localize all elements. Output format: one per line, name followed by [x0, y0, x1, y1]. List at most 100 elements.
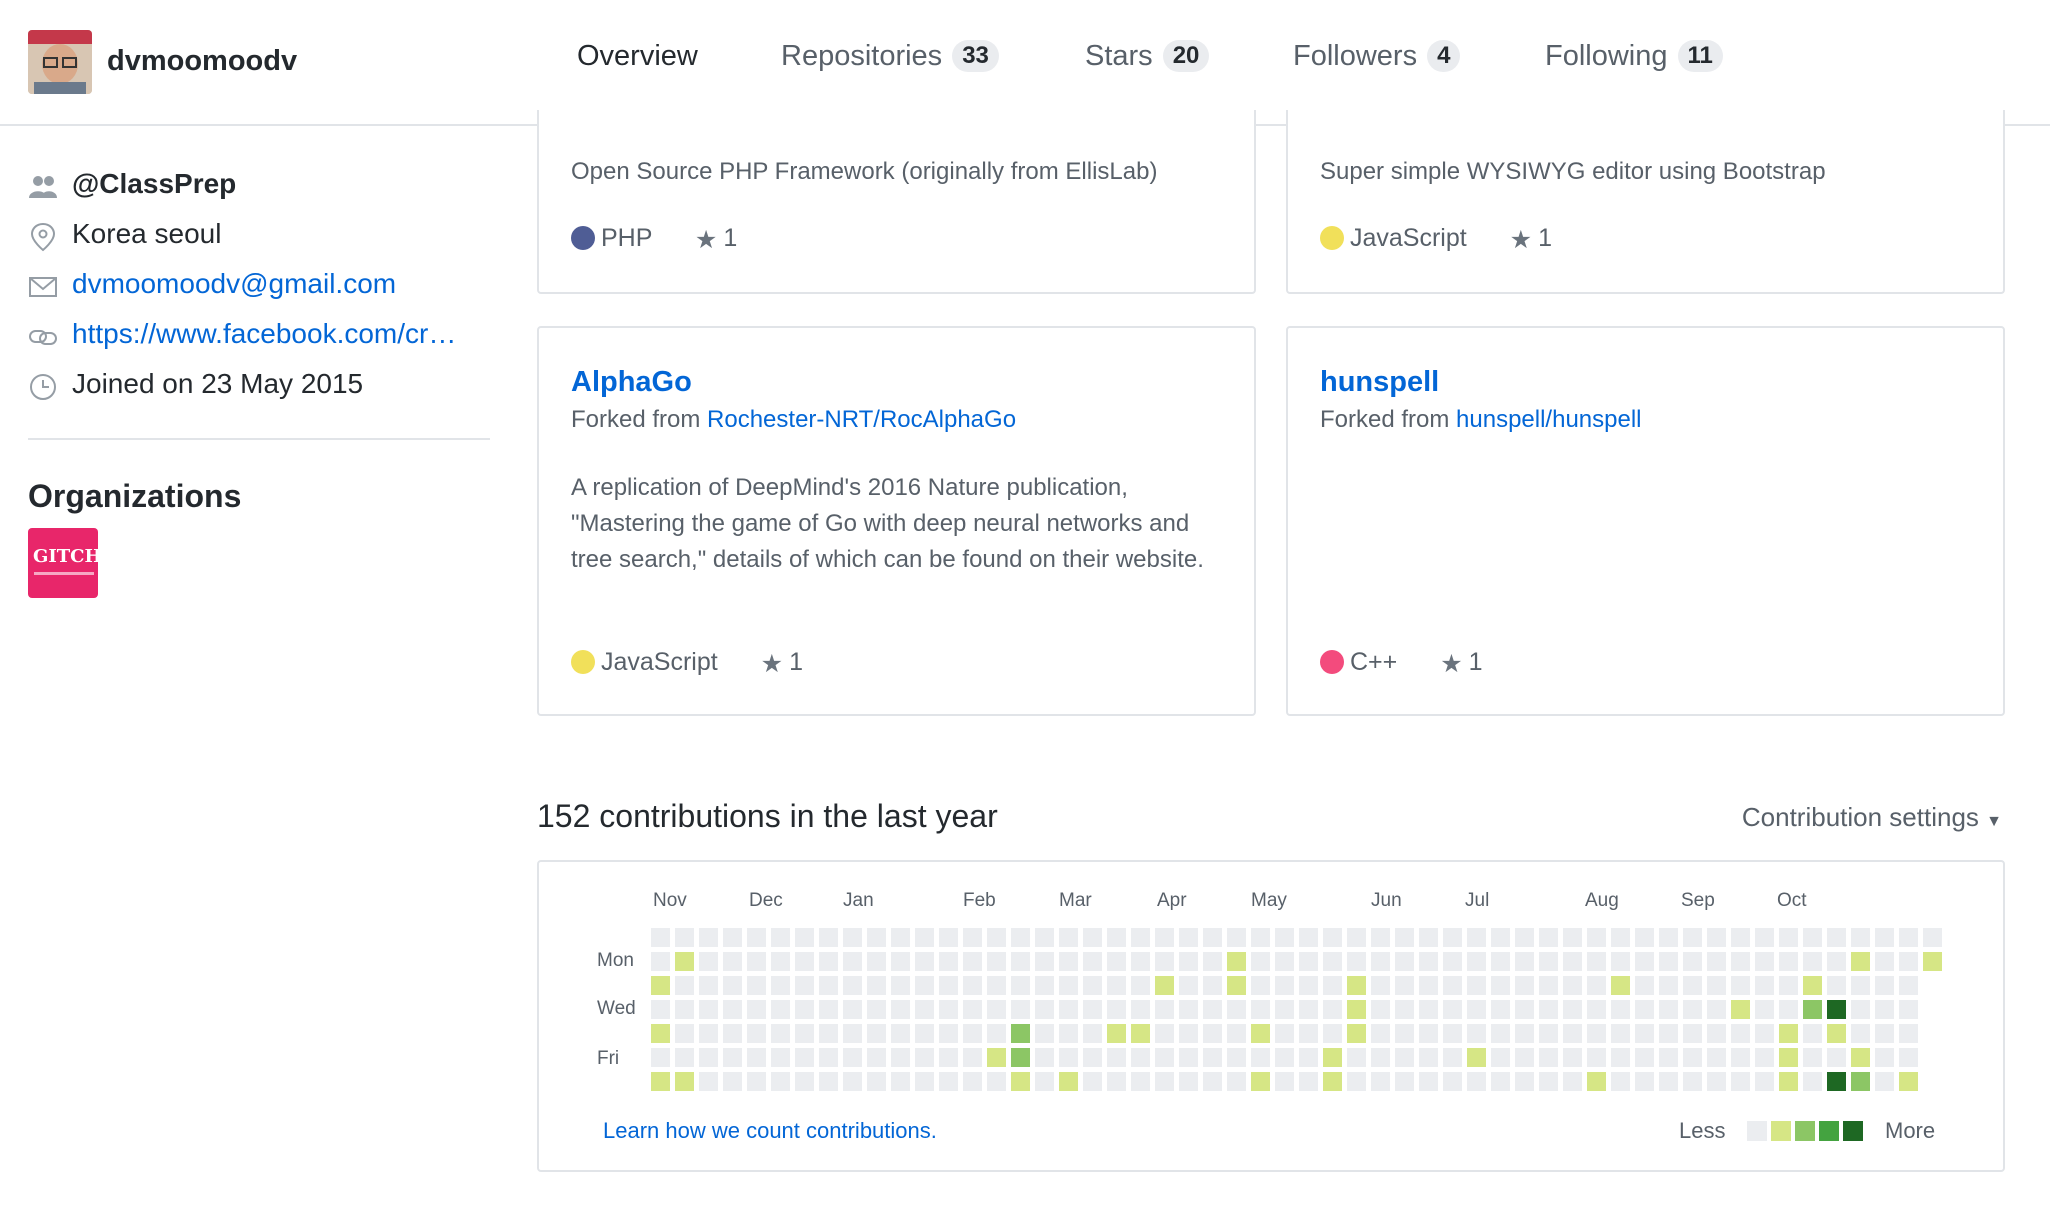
contribution-day[interactable] — [1755, 928, 1774, 947]
contribution-day[interactable] — [1467, 1000, 1486, 1019]
contribution-day[interactable] — [675, 928, 694, 947]
contribution-day[interactable] — [1779, 1048, 1798, 1067]
contribution-day[interactable] — [1155, 1072, 1174, 1091]
contribution-day[interactable] — [1683, 1072, 1702, 1091]
contribution-day[interactable] — [1371, 1072, 1390, 1091]
contribution-day[interactable] — [915, 1024, 934, 1043]
username[interactable]: dvmoomoodv — [107, 45, 297, 78]
contribution-day[interactable] — [699, 952, 718, 971]
contribution-day[interactable] — [1251, 928, 1270, 947]
contribution-day[interactable] — [1203, 1000, 1222, 1019]
contribution-day[interactable] — [1155, 1024, 1174, 1043]
contribution-day[interactable] — [1299, 928, 1318, 947]
contribution-day[interactable] — [1035, 1024, 1054, 1043]
contribution-day[interactable] — [1803, 1000, 1822, 1019]
contribution-day[interactable] — [987, 1072, 1006, 1091]
email-link[interactable]: dvmoomoodv@gmail.com — [72, 268, 396, 300]
contribution-day[interactable] — [1299, 1072, 1318, 1091]
contribution-day[interactable] — [651, 1000, 670, 1019]
contribution-day[interactable] — [1179, 1000, 1198, 1019]
contribution-day[interactable] — [1491, 1024, 1510, 1043]
contribution-day[interactable] — [1107, 1072, 1126, 1091]
forked-from-link[interactable]: Rochester-NRT/RocAlphaGo — [707, 406, 1016, 433]
contribution-day[interactable] — [1731, 952, 1750, 971]
contribution-day[interactable] — [1179, 1024, 1198, 1043]
contribution-day[interactable] — [1299, 976, 1318, 995]
contribution-day[interactable] — [1251, 1000, 1270, 1019]
contribution-day[interactable] — [1251, 976, 1270, 995]
contribution-day[interactable] — [1443, 952, 1462, 971]
contribution-day[interactable] — [1875, 1072, 1894, 1091]
contribution-day[interactable] — [867, 928, 886, 947]
contribution-day[interactable] — [1323, 1024, 1342, 1043]
contribution-day[interactable] — [1035, 952, 1054, 971]
contribution-day[interactable] — [939, 976, 958, 995]
contribution-day[interactable] — [1395, 976, 1414, 995]
contribution-day[interactable] — [1539, 1072, 1558, 1091]
contribution-day[interactable] — [771, 1024, 790, 1043]
contribution-settings-dropdown[interactable]: Contribution settings ▼ — [1742, 802, 2002, 833]
contribution-day[interactable] — [1467, 952, 1486, 971]
contribution-day[interactable] — [1251, 1048, 1270, 1067]
contribution-day[interactable] — [1395, 928, 1414, 947]
contribution-day[interactable] — [1491, 1072, 1510, 1091]
contribution-day[interactable] — [1179, 1072, 1198, 1091]
contribution-day[interactable] — [651, 1072, 670, 1091]
contribution-day[interactable] — [651, 1048, 670, 1067]
contribution-day[interactable] — [1587, 976, 1606, 995]
contribution-day[interactable] — [867, 952, 886, 971]
contribution-day[interactable] — [1347, 952, 1366, 971]
contribution-day[interactable] — [771, 1048, 790, 1067]
contribution-day[interactable] — [843, 1000, 862, 1019]
contribution-day[interactable] — [1179, 928, 1198, 947]
contribution-day[interactable] — [1227, 1072, 1246, 1091]
contribution-day[interactable] — [1059, 1024, 1078, 1043]
contribution-day[interactable] — [963, 1048, 982, 1067]
user-avatar[interactable] — [28, 30, 92, 94]
contribution-day[interactable] — [1707, 1000, 1726, 1019]
contribution-day[interactable] — [699, 928, 718, 947]
contribution-day[interactable] — [1419, 928, 1438, 947]
contribution-day[interactable] — [819, 1048, 838, 1067]
contribution-day[interactable] — [1827, 1048, 1846, 1067]
contribution-day[interactable] — [1275, 1000, 1294, 1019]
contribution-day[interactable] — [723, 1048, 742, 1067]
contribution-day[interactable] — [1323, 976, 1342, 995]
contribution-day[interactable] — [1779, 952, 1798, 971]
contribution-day[interactable] — [1131, 1072, 1150, 1091]
contribution-day[interactable] — [1347, 1072, 1366, 1091]
contribution-day[interactable] — [867, 1072, 886, 1091]
contribution-day[interactable] — [1875, 928, 1894, 947]
contribution-day[interactable] — [1635, 1072, 1654, 1091]
contribution-day[interactable] — [1659, 952, 1678, 971]
contribution-day[interactable] — [1443, 1072, 1462, 1091]
contribution-day[interactable] — [1563, 1048, 1582, 1067]
repo-stars[interactable]: 1 — [789, 648, 803, 676]
contribution-day[interactable] — [843, 1024, 862, 1043]
contribution-day[interactable] — [1467, 1048, 1486, 1067]
contribution-day[interactable] — [1107, 976, 1126, 995]
contribution-day[interactable] — [1779, 928, 1798, 947]
contribution-day[interactable] — [1515, 976, 1534, 995]
contribution-day[interactable] — [1635, 976, 1654, 995]
contribution-day[interactable] — [1107, 952, 1126, 971]
website-link[interactable]: https://www.facebook.com/cr… — [72, 318, 456, 350]
contribution-day[interactable] — [747, 928, 766, 947]
contribution-day[interactable] — [1275, 952, 1294, 971]
contribution-day[interactable] — [1035, 1000, 1054, 1019]
contribution-day[interactable] — [1371, 1024, 1390, 1043]
contribution-day[interactable] — [1371, 928, 1390, 947]
contribution-day[interactable] — [939, 1072, 958, 1091]
contribution-day[interactable] — [1467, 976, 1486, 995]
contribution-day[interactable] — [795, 1048, 814, 1067]
contribution-day[interactable] — [771, 1000, 790, 1019]
contribution-day[interactable] — [1851, 952, 1870, 971]
contribution-day[interactable] — [1587, 952, 1606, 971]
contribution-day[interactable] — [1467, 1024, 1486, 1043]
contribution-day[interactable] — [1347, 1024, 1366, 1043]
contribution-day[interactable] — [1395, 1024, 1414, 1043]
contribution-day[interactable] — [867, 1024, 886, 1043]
contribution-day[interactable] — [1227, 1048, 1246, 1067]
contribution-day[interactable] — [1011, 976, 1030, 995]
contribution-day[interactable] — [891, 976, 910, 995]
